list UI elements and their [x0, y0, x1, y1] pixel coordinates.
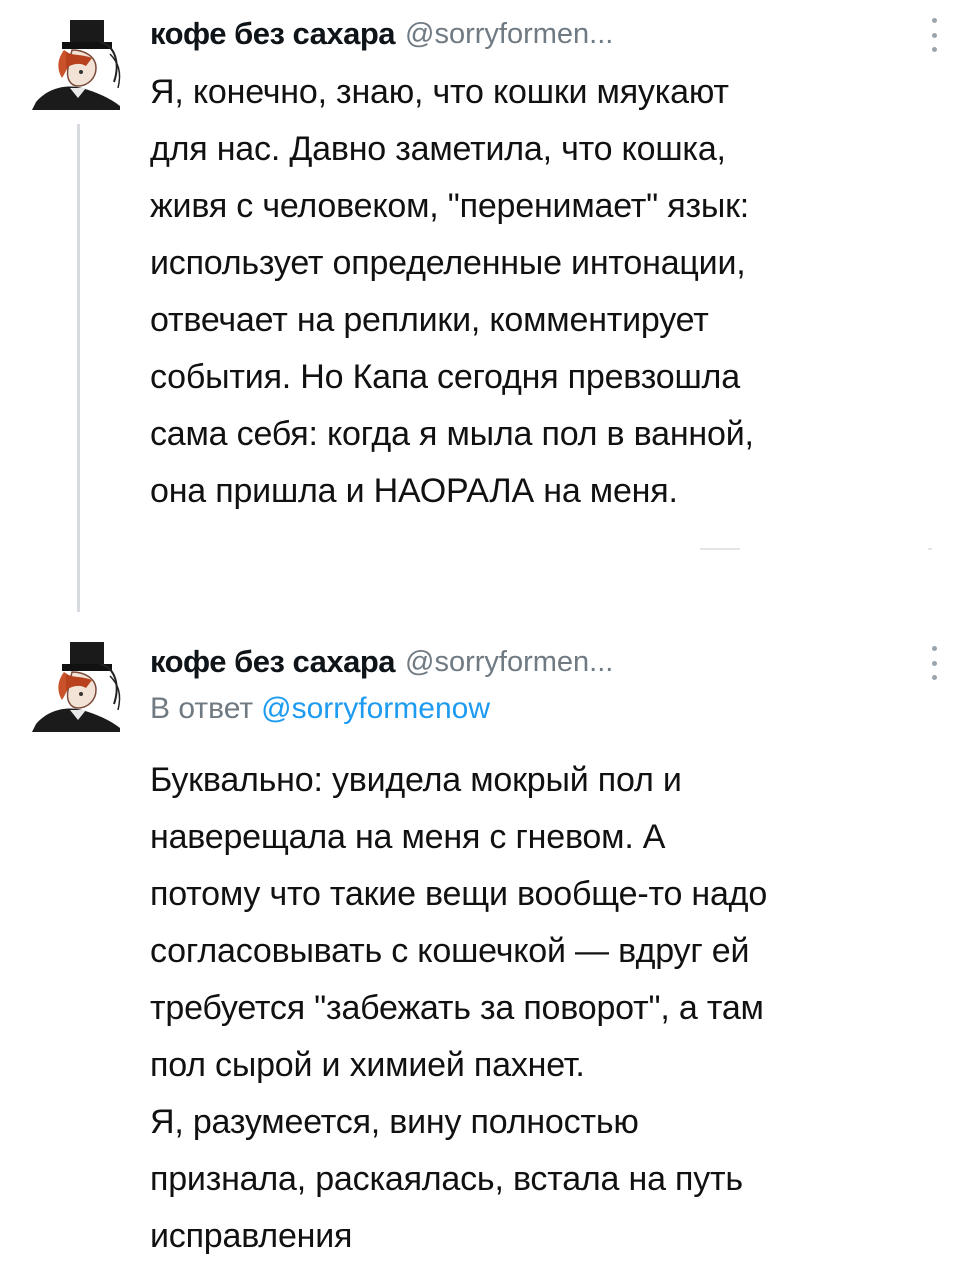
character-avatar-icon	[32, 20, 121, 110]
tweet-text-line: Буквально: увидела мокрый пол и	[150, 761, 682, 799]
divider-artifact	[928, 548, 932, 550]
tweet-text-line: потому что такие вещи вообще-то надо	[150, 875, 768, 913]
tweet-text-line: наверещала на меня с гневом. А	[150, 818, 666, 856]
reply-prefix: В ответ	[150, 692, 254, 725]
tweet[interactable]: кофе без сахара @sorryformen... Я, конеч…	[0, 0, 971, 612]
user-handle[interactable]: @sorryformen...	[405, 646, 613, 679]
divider-artifact	[700, 548, 740, 550]
tweet-text-line: отвечает на реплики, комментирует	[150, 301, 709, 339]
tweet[interactable]: кофе без сахара @sorryformen... В ответ @…	[0, 612, 971, 1280]
tweet-text-line: использует определенные интонации,	[150, 244, 746, 282]
tweet-text-line: требуется "забежать за поворот", а там	[150, 989, 764, 1027]
tweet-text-line: пол сырой и химией пахнет.	[150, 1046, 585, 1084]
tweet-text-line: исправления	[150, 1217, 353, 1255]
character-avatar-icon	[32, 642, 121, 732]
tweet-text-line: сама себя: когда я мыла пол в ванной,	[150, 415, 754, 453]
tweet-text-line: Я, разумеется, вину полностью	[150, 1103, 639, 1141]
more-vertical-icon[interactable]	[927, 646, 941, 680]
tweet-header: кофе без сахара @sorryformen...	[150, 642, 941, 682]
tweet-text-line: признала, раскаялась, встала на путь	[150, 1160, 743, 1198]
avatar[interactable]	[26, 628, 130, 732]
tweet-header: кофе без сахара @sorryformen...	[150, 14, 941, 54]
tweet-text-line: для нас. Давно заметила, что кошка,	[150, 130, 726, 168]
reply-mention-link[interactable]: @sorryformenow	[261, 692, 490, 725]
display-name[interactable]: кофе без сахара	[150, 16, 396, 52]
tweet-text: Буквально: увидела мокрый пол и навереща…	[150, 752, 950, 1265]
thread-connector-line	[77, 124, 80, 612]
more-vertical-icon[interactable]	[927, 18, 941, 52]
reply-context: В ответ @sorryformenow	[150, 692, 490, 726]
user-handle[interactable]: @sorryformen...	[405, 18, 613, 51]
tweet-text-line: она пришла и НАОРАЛА на меня.	[150, 472, 678, 510]
tweet-text-line: Я, конечно, знаю, что кошки мяукают	[150, 73, 729, 111]
avatar[interactable]	[26, 6, 130, 110]
tweet-text-line: согласовывать с кошечкой — вдруг ей	[150, 932, 750, 970]
tweet-text-line: события. Но Капа сегодня превзошла	[150, 358, 740, 396]
tweet-text: Я, конечно, знаю, что кошки мяукают для …	[150, 64, 950, 520]
display-name[interactable]: кофе без сахара	[150, 644, 396, 680]
tweet-text-line: живя с человеком, "перенимает" язык:	[150, 187, 750, 225]
